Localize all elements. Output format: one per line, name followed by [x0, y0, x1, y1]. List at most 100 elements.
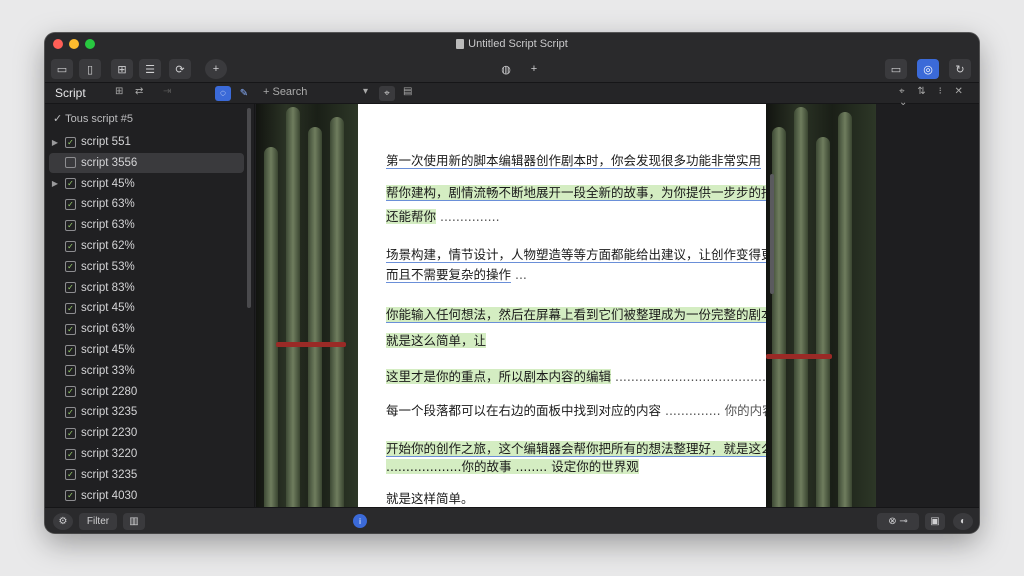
document-line[interactable]: 这里才是你的重点，所以剧本内容的编辑 .....................… — [386, 366, 770, 385]
layout-button[interactable]: ⊞ — [111, 59, 133, 79]
checkbox[interactable]: ✓ — [65, 469, 76, 481]
chevron-down-icon[interactable]: ✓ — [53, 113, 65, 125]
link-icon[interactable]: ⊗ ⊸ — [877, 513, 919, 530]
document-line[interactable]: 帮你建构，剧情流畅不断地展开一段全新的故事，为你提供一步步的指导。 — [386, 182, 799, 201]
pen-icon[interactable]: ✎ — [236, 86, 252, 101]
table-icon[interactable]: ▤ — [403, 86, 412, 97]
document-line[interactable]: 你能输入任何想法，然后在屏幕上看到它们被整理成为一份完整的剧本。 — [386, 304, 787, 323]
checkbox[interactable]: ✓ — [65, 136, 76, 148]
document-line[interactable]: ...................你的故事 ........ 设定你的世界观 — [386, 456, 639, 475]
sidebar-scrollbar[interactable] — [247, 108, 251, 308]
document-line[interactable]: 场景构建，情节设计，人物塑造等等方面都能给出建议，让创作变得更加简单 — [386, 244, 812, 263]
tab-script[interactable]: Script — [55, 86, 86, 100]
minimize-button[interactable] — [69, 39, 79, 49]
sidebar-item-label: script 3235 — [81, 406, 138, 419]
sidebar-item-label: script 62% — [81, 240, 135, 252]
document-icon — [456, 39, 465, 49]
background-photo-right — [766, 104, 876, 507]
sidebar-item-label: script 551 — [81, 136, 131, 148]
info-icon[interactable]: i — [353, 514, 367, 528]
checkbox[interactable]: ✓ — [65, 240, 76, 252]
waveform-button[interactable]: ◍ — [495, 59, 517, 79]
sidebar-toggle-button[interactable]: ▭ — [51, 59, 73, 79]
share-button[interactable]: ◎ — [917, 59, 939, 79]
checkbox[interactable]: ✓ — [65, 219, 76, 231]
line-tail: ....................................... — [611, 369, 770, 384]
checkbox[interactable]: ✓ — [65, 282, 76, 294]
sidebar-item[interactable]: ▶ ✓ script 551 — [49, 132, 244, 152]
line-text: 每一个段落都可以在右边的面板中找到对应的内容 — [386, 403, 662, 418]
line-text: 场景构建，情节设计，人物塑造等等方面都能给出建议，让创作变得更加简单 — [386, 247, 812, 263]
checkbox[interactable]: ✓ — [65, 178, 76, 190]
panel-icon[interactable]: ▣ — [925, 513, 945, 530]
pin-icon[interactable]: ⌖ — [379, 86, 395, 101]
sidebar-item[interactable]: ✓ script 4030 — [49, 486, 244, 506]
help-icon[interactable]: ◐ — [953, 513, 973, 530]
search-tab[interactable]: + Search — [263, 86, 307, 98]
book-icon[interactable]: ▥ — [123, 513, 145, 530]
document-button[interactable]: ▯ — [79, 59, 101, 79]
grid-icon[interactable]: ⊞ — [115, 86, 123, 97]
list-button[interactable]: ☰ — [139, 59, 161, 79]
add-button[interactable]: + — [205, 59, 227, 79]
checkbox[interactable]: ✓ — [65, 323, 76, 335]
checkbox[interactable]: ✓ — [65, 302, 76, 314]
asparagus-spear — [330, 117, 344, 507]
filter-icon[interactable]: ◌ — [215, 86, 231, 101]
document-line[interactable]: 就是这样简单。 — [386, 488, 474, 507]
sidebar-item[interactable]: ✓ script 63% — [49, 194, 244, 214]
editor-scrollbar[interactable] — [770, 174, 774, 294]
document-line[interactable]: 就是这么简单，让 — [386, 330, 487, 349]
sidebar-item[interactable]: ✓ script 53% — [49, 257, 244, 277]
sidebar-item[interactable]: ✓ script 62% — [49, 236, 244, 256]
checkbox[interactable]: ✓ — [65, 427, 76, 439]
checkbox[interactable]: ✓ — [65, 261, 76, 273]
sidebar-item[interactable]: ✓ script 45% — [49, 340, 244, 360]
background-photo-left — [256, 104, 358, 507]
checkbox[interactable]: ✓ — [65, 365, 76, 377]
shuffle-icon[interactable]: ⇄ — [135, 86, 143, 97]
sidebar-item[interactable]: ✓ script 3220 — [49, 444, 244, 464]
sidebar-item[interactable]: ✓ script 63% — [49, 215, 244, 235]
checkbox[interactable]: ✓ — [65, 386, 76, 398]
close-button[interactable] — [53, 39, 63, 49]
chevron-right-icon[interactable]: ▶ — [49, 179, 61, 188]
sidebar-item[interactable]: ✓ script 45% — [49, 298, 244, 318]
sidebar-item-label: script 63% — [81, 323, 135, 336]
toolbar: ▭ ▯ ⊞ ☰ ⟳ + ◍ + ▭ ◎ ↻ — [45, 55, 979, 83]
panel-controls[interactable]: ⌖ ⇅ ⁝ ✕ ⌄ — [899, 86, 979, 108]
sidebar-item[interactable]: ✓ script 2230 — [49, 423, 244, 443]
filter-button[interactable]: Filter — [79, 513, 117, 530]
red-string — [276, 342, 346, 347]
document-line[interactable]: 而且不需要复杂的操作 ... — [386, 264, 527, 283]
sidebar-item[interactable]: ▶ ✓ script 45% — [49, 174, 244, 194]
refresh-button[interactable]: ⟳ — [169, 59, 191, 79]
add-section-button[interactable]: + — [523, 59, 545, 79]
title-bar: Untitled Script Script — [45, 33, 979, 55]
sidebar-item[interactable]: ✓ script 2280 — [49, 382, 244, 402]
sidebar-item-label: script 33% — [81, 364, 135, 377]
asparagus-spear — [772, 127, 786, 507]
document-line[interactable]: 还能帮你 ............... — [386, 206, 500, 225]
checkbox[interactable] — [65, 157, 76, 169]
checkbox[interactable]: ✓ — [65, 344, 76, 356]
sidebar-item[interactable]: ✓ script 83% — [49, 278, 244, 298]
window-button[interactable]: ▭ — [885, 59, 907, 79]
chevron-right-icon[interactable]: ▶ — [49, 138, 61, 147]
sidebar-header-label: Tous script #5 — [65, 113, 133, 125]
sidebar-item[interactable]: ✓ script 33% — [49, 361, 244, 381]
sidebar-item-label: script 3235 — [81, 468, 138, 481]
checkbox[interactable]: ✓ — [65, 198, 76, 210]
sidebar-item[interactable]: ✓ script 3235 — [49, 465, 244, 485]
sidebar-item[interactable]: ✓ script 3235 — [49, 402, 244, 422]
checkbox[interactable]: ✓ — [65, 406, 76, 418]
red-string — [766, 354, 832, 359]
checkbox[interactable]: ✓ — [65, 490, 76, 502]
sidebar-item[interactable]: script 3556 — [49, 152, 244, 173]
checkbox[interactable]: ✓ — [65, 448, 76, 460]
sidebar-item[interactable]: ✓ script 63% — [49, 319, 244, 339]
reload-button[interactable]: ↻ — [949, 59, 971, 79]
chevron-down-icon[interactable]: ▾ — [363, 86, 368, 97]
zoom-button[interactable] — [85, 39, 95, 49]
settings-icon[interactable]: ⚙ — [53, 513, 73, 530]
